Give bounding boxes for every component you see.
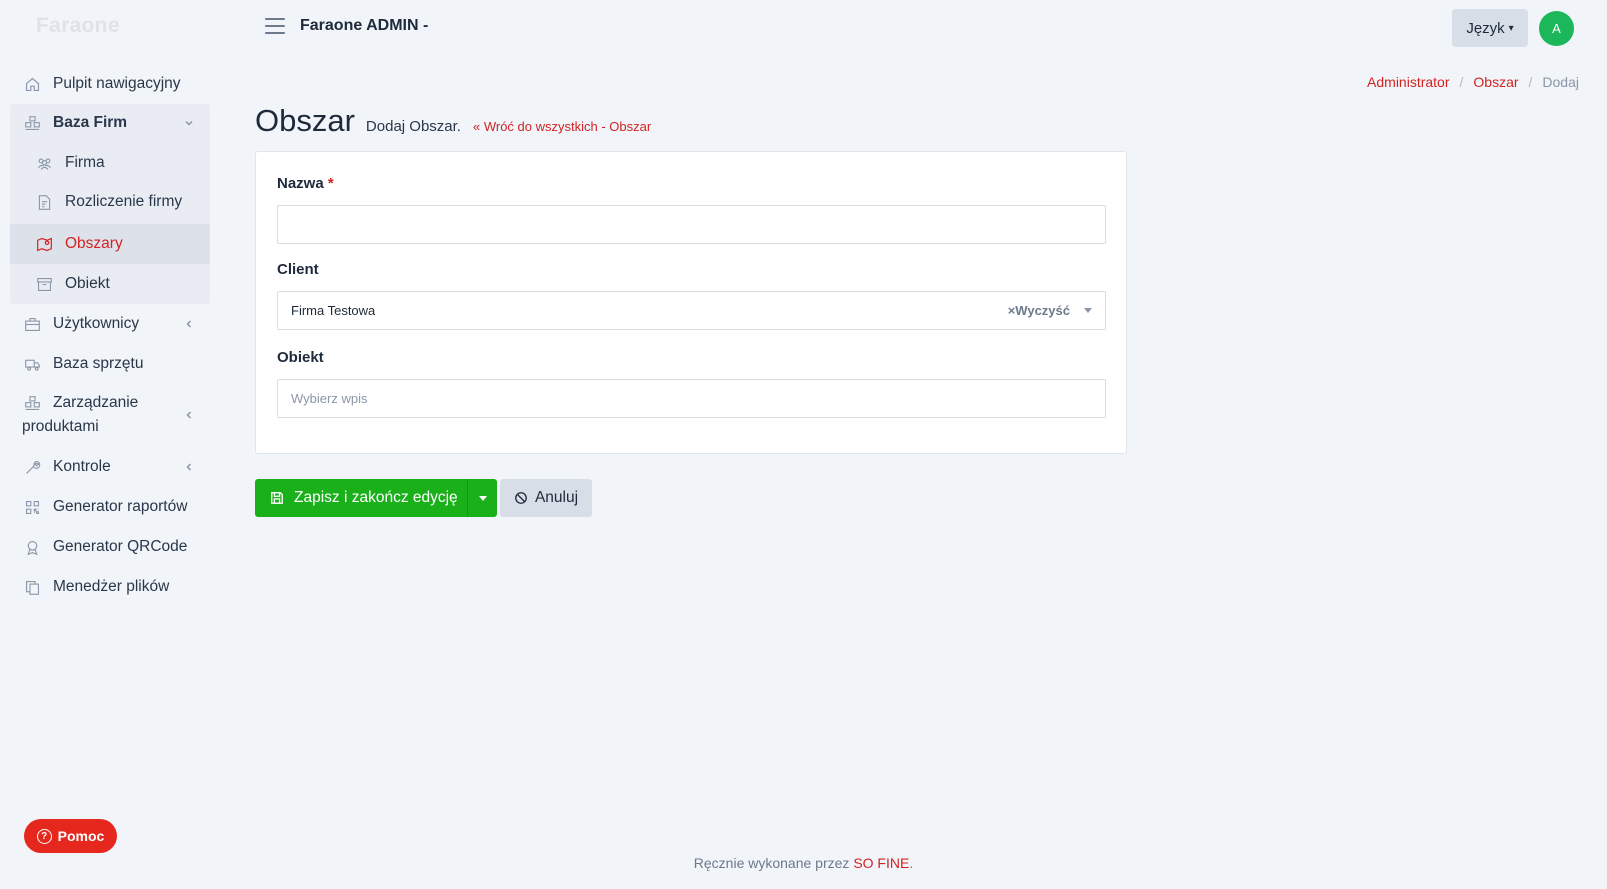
sidebar-item-menedzer-plikow[interactable]: Menedżer plików (10, 575, 210, 599)
sidebar-item-baza-firm[interactable]: Baza Firm (10, 111, 210, 135)
ban-icon (514, 491, 535, 505)
page-heading: Obszar Dodaj Obszar. « Wróć do wszystkic… (255, 103, 651, 139)
form-card: Nazwa * Client Firma Testowa ×Wyczyść Ob… (255, 151, 1127, 454)
breadcrumb-separator: / (1459, 74, 1464, 90)
floppy-disk-icon (270, 491, 294, 505)
footer: Ręcznie wykonane przez SO FINE. (0, 855, 1607, 871)
caret-down-icon: ▾ (1508, 22, 1514, 34)
award-icon (22, 537, 42, 557)
save-and-finish-button[interactable]: Zapisz i zakończ edycję (255, 479, 497, 517)
help-button-label: Pomoc (57, 828, 105, 844)
back-to-list-link[interactable]: « Wróć do wszystkich - Obszar (473, 119, 651, 134)
home-icon (22, 74, 42, 94)
chevron-down-icon (184, 118, 194, 128)
client-select[interactable]: Firma Testowa ×Wyczyść (277, 291, 1106, 330)
wrench-icon (22, 457, 42, 477)
clear-selection-button[interactable]: ×Wyczyść (1008, 303, 1070, 318)
object-field-label: Obiekt (277, 349, 324, 366)
back-link-label: Wróć do wszystkich - Obszar (483, 119, 652, 134)
sidebar-item-obiekt[interactable]: Obiekt (10, 272, 210, 296)
files-icon (22, 577, 42, 597)
hamburger-line (265, 18, 285, 20)
breadcrumb-current: Dodaj (1542, 74, 1579, 90)
sidebar-item-label: Baza Firm (53, 114, 128, 131)
page-subtitle: Dodaj Obszar. (365, 118, 461, 135)
sidebar: Faraone Pulpit nawigacyjny Baza Firm Fir… (0, 0, 215, 889)
caret-down-icon (1084, 308, 1092, 313)
app-title: Faraone ADMIN - (300, 17, 429, 34)
sidebar-item-label: Firma (65, 154, 105, 171)
breadcrumb-link-obszar[interactable]: Obszar (1473, 74, 1518, 90)
sidebar-item-label: Menedżer plików (53, 578, 170, 595)
truck-icon (22, 354, 42, 374)
chevron-left-icon (184, 462, 194, 472)
qrcode-icon (22, 497, 42, 517)
breadcrumb: Administrator / Obszar / Dodaj (1367, 74, 1579, 90)
sidebar-item-dashboard[interactable]: Pulpit nawigacyjny (10, 72, 210, 96)
invoice-icon (34, 192, 54, 212)
object-select[interactable]: Wybierz wpis (277, 379, 1106, 418)
question-circle-icon: ? (36, 828, 52, 844)
sidebar-item-label: Generator raportów (53, 498, 188, 515)
hamburger-line (265, 25, 285, 27)
language-label: Język (1466, 19, 1505, 37)
sidebar-item-label: Obszary (65, 235, 123, 252)
sidebar-item-label: Użytkownicy (53, 315, 140, 332)
sidebar-item-label: Rozliczenie firmy (65, 193, 183, 210)
sidebar-item-label: Generator QRCode (53, 538, 188, 555)
briefcase-icon (22, 314, 42, 334)
avatar[interactable]: A (1539, 11, 1574, 46)
sidebar-item-label: Baza sprzętu (53, 355, 144, 372)
sidebar-item-label: Zarządzanie produktami (22, 394, 139, 435)
sidebar-item-label: Obiekt (65, 275, 110, 292)
sidebar-item-zarzadzanie-produktami[interactable]: Zarządzanie produktami (10, 391, 210, 439)
language-dropdown-button[interactable]: Język ▾ (1452, 9, 1528, 47)
sidebar-item-firma[interactable]: Firma (10, 151, 210, 175)
page-title: Obszar (255, 103, 355, 138)
save-main-button[interactable]: Zapisz i zakończ edycję (255, 479, 467, 517)
sidebar-item-uzytkownicy[interactable]: Użytkownicy (10, 312, 210, 336)
save-button-label: Zapisz i zakończ edycję (294, 489, 458, 506)
brand-logo[interactable]: Faraone (36, 14, 120, 38)
archive-box-icon (34, 274, 54, 294)
required-mark: * (327, 175, 334, 192)
sidebar-item-generator-qrcode[interactable]: Generator QRCode (10, 535, 210, 559)
sidebar-item-rozliczenie-firmy[interactable]: Rozliczenie firmy (10, 190, 210, 214)
caret-down-icon (478, 495, 487, 501)
help-button[interactable]: ? Pomoc (24, 819, 117, 853)
name-label-text: Nazwa (277, 175, 324, 192)
footer-link-sofine[interactable]: SO FINE (853, 855, 909, 871)
save-options-dropdown-toggle[interactable] (467, 479, 497, 517)
cancel-button[interactable]: Anuluj (500, 479, 592, 517)
breadcrumb-link-administrator[interactable]: Administrator (1367, 74, 1449, 90)
chevron-left-icon (184, 319, 194, 329)
name-field-label: Nazwa * (277, 175, 334, 192)
double-chevron-left-icon: « (472, 119, 481, 134)
sidebar-item-generator-raportow[interactable]: Generator raportów (10, 495, 210, 519)
breadcrumb-separator: / (1528, 74, 1533, 90)
sidebar-item-label: Kontrole (53, 458, 111, 475)
chevron-left-icon (184, 410, 194, 420)
users-group-icon (34, 153, 54, 173)
sidebar-item-obszary[interactable]: Obszary (10, 232, 210, 256)
map-pin-icon (34, 234, 54, 254)
sidebar-item-label: Pulpit nawigacyjny (53, 75, 181, 92)
footer-text: Ręcznie wykonane przez (693, 855, 850, 871)
buildings-icon (22, 113, 42, 133)
sidebar-item-baza-sprzetu[interactable]: Baza sprzętu (10, 352, 210, 376)
object-select-placeholder: Wybierz wpis (291, 391, 368, 406)
footer-end: . (909, 855, 914, 871)
sidebar-item-kontrole[interactable]: Kontrole (10, 455, 210, 479)
client-field-label: Client (277, 261, 319, 278)
client-select-value: Firma Testowa (291, 303, 376, 318)
menu-toggle-button[interactable] (265, 18, 285, 36)
cancel-button-label: Anuluj (534, 489, 579, 506)
hamburger-line (265, 32, 285, 34)
name-input[interactable] (277, 205, 1106, 244)
